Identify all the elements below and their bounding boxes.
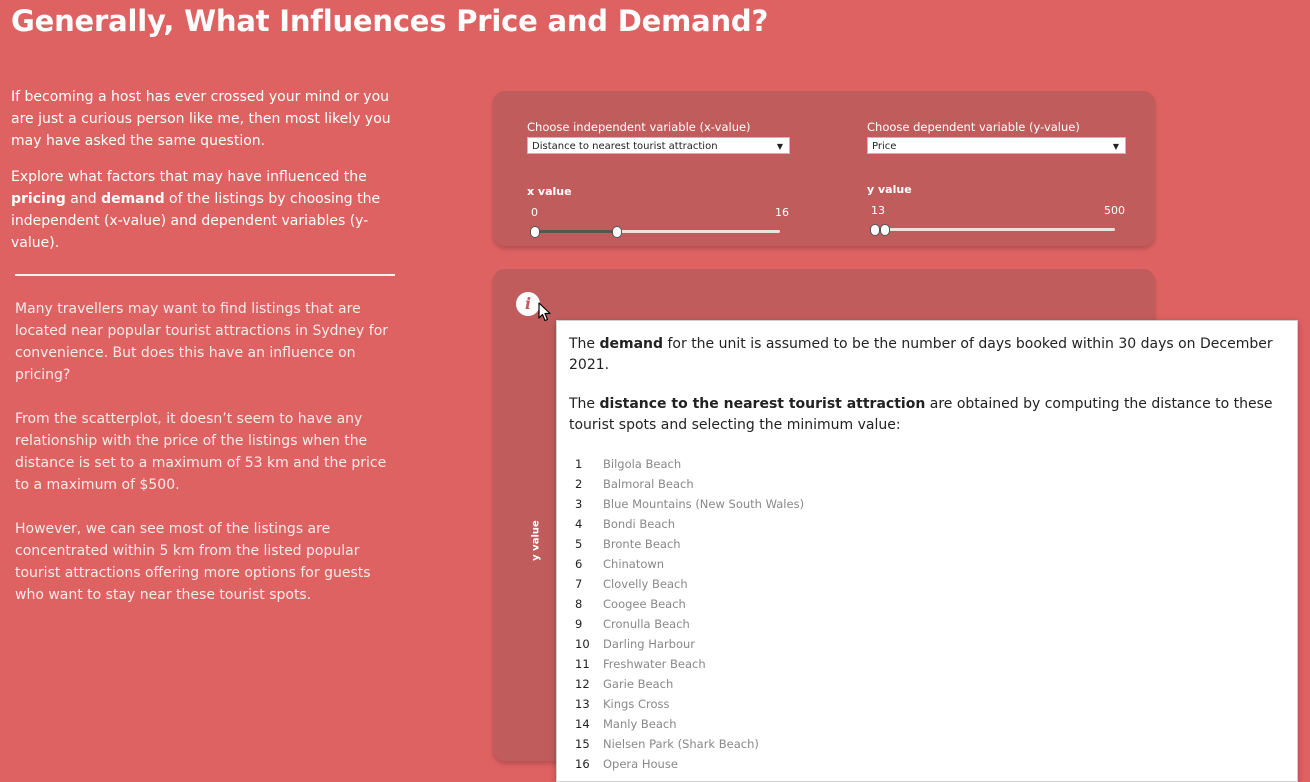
list-item: 14 Manly Beach <box>575 714 677 734</box>
mouse-pointer-icon <box>538 302 551 322</box>
page-title: Generally, What Influences Price and Dem… <box>11 4 769 38</box>
list-item-number: 2 <box>575 477 583 491</box>
story-paragraph-3: However, we can see most of the listings… <box>15 521 371 603</box>
x-variable-label: Choose independent variable (x-value) <box>527 120 751 134</box>
x-slider-min: 0 <box>531 206 538 219</box>
x-slider-title: x value <box>527 185 572 198</box>
dropdown-arrow-icon: ▼ <box>1112 142 1119 151</box>
list-item-name: Balmoral Beach <box>603 477 694 491</box>
y-variable-dropdown[interactable]: Price ▼ <box>867 137 1126 154</box>
list-item: 7 Clovelly Beach <box>575 574 688 594</box>
list-item-number: 8 <box>575 597 583 611</box>
y-variable-value: Price <box>872 141 897 152</box>
list-item-number: 4 <box>575 517 583 531</box>
list-item-number: 3 <box>575 497 583 511</box>
list-item-name: Chinatown <box>603 557 665 571</box>
list-item-name: Bronte Beach <box>603 537 681 551</box>
dropdown-arrow-icon: ▼ <box>776 142 783 151</box>
story-text: Many travellers may want to find listing… <box>15 298 395 628</box>
list-item-name: Coogee Beach <box>603 597 686 611</box>
info-tooltip: The demand for the unit is assumed to be… <box>556 320 1298 782</box>
list-item: 4 Bondi Beach <box>575 514 675 534</box>
y-slider-min-handle[interactable] <box>870 224 880 236</box>
list-item-number: 7 <box>575 577 583 591</box>
list-item-name: Bondi Beach <box>603 517 675 531</box>
list-item-name: Nielsen Park (Shark Beach) <box>603 737 759 751</box>
list-item-number: 5 <box>575 537 583 551</box>
intro-text: If becoming a host has ever crossed your… <box>11 86 403 268</box>
list-item: 11 Freshwater Beach <box>575 654 706 674</box>
list-item-name: Opera House <box>603 757 678 771</box>
story-paragraph-1: Many travellers may want to find listing… <box>15 301 389 383</box>
intro-paragraph-2: Explore what factors that may have influ… <box>11 169 381 251</box>
list-item: 12 Garie Beach <box>575 674 673 694</box>
y-slider-track[interactable] <box>873 228 1115 231</box>
list-item: 9 Cronulla Beach <box>575 614 690 634</box>
x-variable-value: Distance to nearest tourist attraction <box>532 141 718 152</box>
list-item: 16 Opera House <box>575 754 678 774</box>
story-paragraph-2: From the scatterplot, it doesn’t seem to… <box>15 411 387 493</box>
distance-description: The distance to the nearest tourist attr… <box>569 396 1273 433</box>
list-item: 5 Bronte Beach <box>575 534 681 554</box>
list-item-number: 6 <box>575 557 583 571</box>
list-item-number: 12 <box>575 677 590 691</box>
list-item: 2 Balmoral Beach <box>575 474 694 494</box>
list-item: 8 Coogee Beach <box>575 594 686 614</box>
y-variable-label: Choose dependent variable (y-value) <box>867 120 1080 134</box>
list-item-name: Clovelly Beach <box>603 577 688 591</box>
y-slider-title: y value <box>867 183 912 196</box>
x-slider-range <box>533 230 617 233</box>
controls-panel <box>493 91 1155 246</box>
list-item-number: 13 <box>575 697 590 711</box>
y-slider-min: 13 <box>871 204 885 217</box>
x-slider-min-handle[interactable] <box>530 226 540 238</box>
list-item-number: 1 <box>575 457 583 471</box>
list-item-name: Garie Beach <box>603 677 674 691</box>
info-icon[interactable]: i <box>516 292 540 316</box>
list-item: 15 Nielsen Park (Shark Beach) <box>575 734 759 754</box>
list-item-name: Blue Mountains (New South Wales) <box>603 497 805 511</box>
list-item-name: Bilgola Beach <box>603 457 682 471</box>
list-item-number: 16 <box>575 757 590 771</box>
list-item-number: 14 <box>575 717 590 731</box>
intro-paragraph-1: If becoming a host has ever crossed your… <box>11 89 391 149</box>
x-slider-max-handle[interactable] <box>612 226 622 238</box>
list-item: 10 Darling Harbour <box>575 634 695 654</box>
list-item: 13 Kings Cross <box>575 694 670 714</box>
list-item-number: 10 <box>575 637 590 651</box>
y-axis-label: y value <box>530 520 542 561</box>
list-item-number: 11 <box>575 657 590 671</box>
list-item-name: Manly Beach <box>603 717 677 731</box>
list-item-number: 9 <box>575 617 583 631</box>
demand-description: The demand for the unit is assumed to be… <box>569 336 1273 373</box>
list-item-name: Freshwater Beach <box>603 657 706 671</box>
list-item-name: Darling Harbour <box>603 637 696 651</box>
list-item-name: Kings Cross <box>603 697 670 711</box>
list-item: 6 Chinatown <box>575 554 664 574</box>
x-slider-max: 16 <box>775 206 789 219</box>
list-item: 3 Blue Mountains (New South Wales) <box>575 494 804 514</box>
list-item-name: Cronulla Beach <box>603 617 690 631</box>
y-slider-max-handle[interactable] <box>880 224 890 236</box>
list-item-number: 15 <box>575 737 590 751</box>
y-slider-max: 500 <box>1104 204 1125 217</box>
x-variable-dropdown[interactable]: Distance to nearest tourist attraction ▼ <box>527 137 790 154</box>
section-divider <box>15 274 395 276</box>
list-item: 1 Bilgola Beach <box>575 454 681 474</box>
